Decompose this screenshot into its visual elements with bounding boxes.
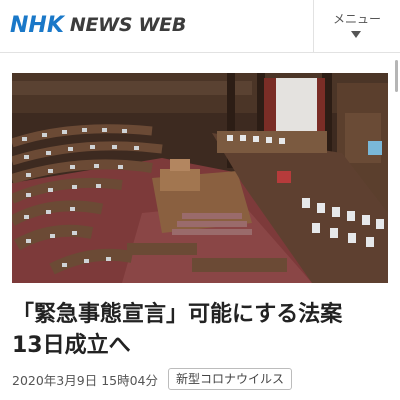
logo-nhk-text: NHK	[10, 12, 64, 38]
article-meta: 2020年3月9日 15時04分 新型コロナウイルス	[12, 366, 388, 392]
article-hero-image[interactable]	[12, 73, 388, 283]
article-date: 2020年3月9日 15時04分	[12, 372, 159, 388]
logo-news-web-text: NEWS WEB	[69, 14, 187, 36]
article-headline[interactable]: 「緊急事態宣言」可能にする法案 13日成立へ	[12, 299, 388, 361]
scrollbar[interactable]	[395, 60, 398, 92]
topic-tag[interactable]: 新型コロナウイルス	[168, 368, 293, 390]
menu-label: メニュー	[332, 12, 381, 26]
menu-button[interactable]: メニュー	[314, 0, 400, 52]
chevron-down-icon	[351, 31, 361, 38]
parliament-chamber-image	[12, 73, 388, 283]
site-logo[interactable]: NHK NEWS WEB	[10, 11, 186, 39]
site-header: NHK NEWS WEB メニュー	[0, 0, 400, 53]
headline-line-1: 「緊急事態宣言」可能にする法案	[12, 302, 343, 327]
headline-line-2: 13日成立へ	[12, 333, 131, 358]
